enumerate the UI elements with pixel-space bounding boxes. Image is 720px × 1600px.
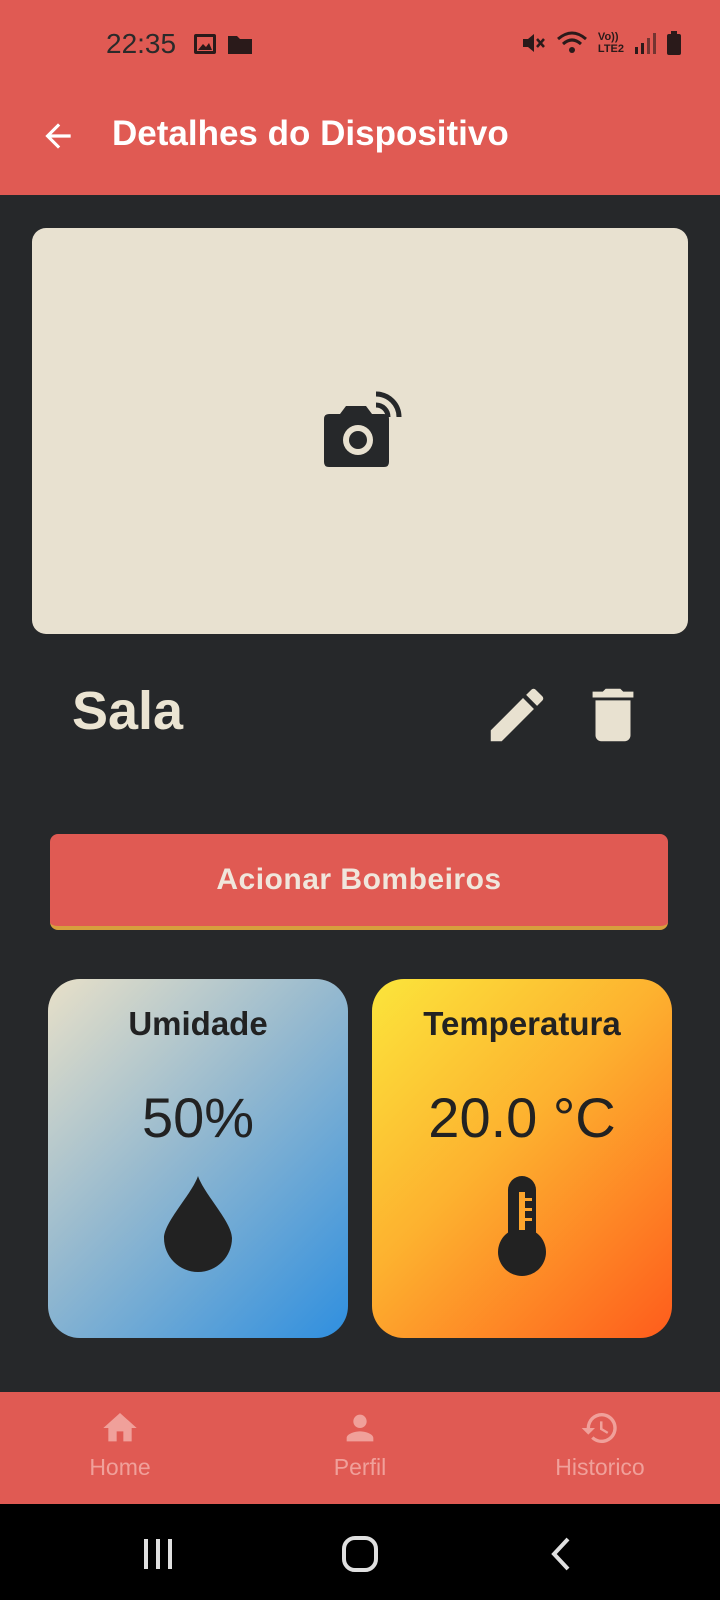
delete-button[interactable] xyxy=(578,680,648,750)
volte-text-1: Vo)) xyxy=(597,31,619,43)
person-icon xyxy=(346,1414,374,1442)
nav-label-home: Home xyxy=(89,1454,151,1480)
home-system-button[interactable] xyxy=(338,1534,382,1574)
humidity-card: Umidade 50% xyxy=(48,979,348,1338)
volte-icon: Vo)) LTE2 xyxy=(598,31,624,55)
back-button[interactable] xyxy=(34,112,82,160)
history-icon xyxy=(581,1412,617,1443)
device-image[interactable] xyxy=(32,228,688,634)
mute-icon xyxy=(522,34,545,52)
nav-item-historico[interactable]: Historico xyxy=(510,1408,690,1481)
battery-icon xyxy=(667,31,681,55)
water-drop-icon xyxy=(162,1174,234,1277)
status-bar: 22:35 Vo)) LTE2 xyxy=(0,0,720,90)
humidity-title: Umidade xyxy=(128,1005,268,1042)
pencil-icon xyxy=(490,688,544,742)
status-time: 22:35 xyxy=(106,28,177,59)
recents-icon xyxy=(144,1539,172,1569)
bottom-navigation: Home Perfil Historico xyxy=(0,1392,720,1504)
edit-button[interactable] xyxy=(482,680,552,750)
folder-icon xyxy=(228,36,252,54)
back-chevron-icon xyxy=(551,1537,570,1571)
camera-wireless-icon xyxy=(324,391,402,467)
nav-item-home[interactable]: Home xyxy=(30,1408,210,1481)
trash-icon xyxy=(592,688,634,742)
thermometer-icon xyxy=(494,1174,550,1283)
temperature-card: Temperatura 20.0 °C xyxy=(372,979,672,1338)
page-title: Detalhes do Dispositivo xyxy=(112,114,509,153)
nav-label-perfil: Perfil xyxy=(333,1454,387,1480)
system-navigation-bar xyxy=(0,1504,720,1600)
status-icons-left xyxy=(193,32,253,56)
app-bar: Detalhes do Dispositivo xyxy=(0,90,720,195)
device-name: Sala xyxy=(72,681,184,741)
temperature-title: Temperatura xyxy=(423,1005,621,1042)
nav-item-perfil[interactable]: Perfil xyxy=(270,1408,450,1481)
temperature-value: 20.0 °C xyxy=(428,1086,616,1149)
signal-icon xyxy=(635,33,656,54)
recents-button[interactable] xyxy=(136,1534,180,1574)
volte-text-2: LTE2 xyxy=(597,43,624,55)
image-icon xyxy=(194,34,216,54)
nav-label-historico: Historico xyxy=(555,1454,645,1480)
wifi-icon xyxy=(556,31,587,53)
home-icon xyxy=(103,1413,137,1442)
arrow-back-icon xyxy=(45,123,71,149)
call-firefighters-button[interactable]: Acionar Bombeiros xyxy=(50,834,668,930)
home-circle-icon xyxy=(342,1536,378,1572)
status-icons-right: Vo)) LTE2 xyxy=(520,30,682,56)
humidity-value: 50% xyxy=(141,1086,255,1149)
back-system-button[interactable] xyxy=(540,1534,584,1574)
